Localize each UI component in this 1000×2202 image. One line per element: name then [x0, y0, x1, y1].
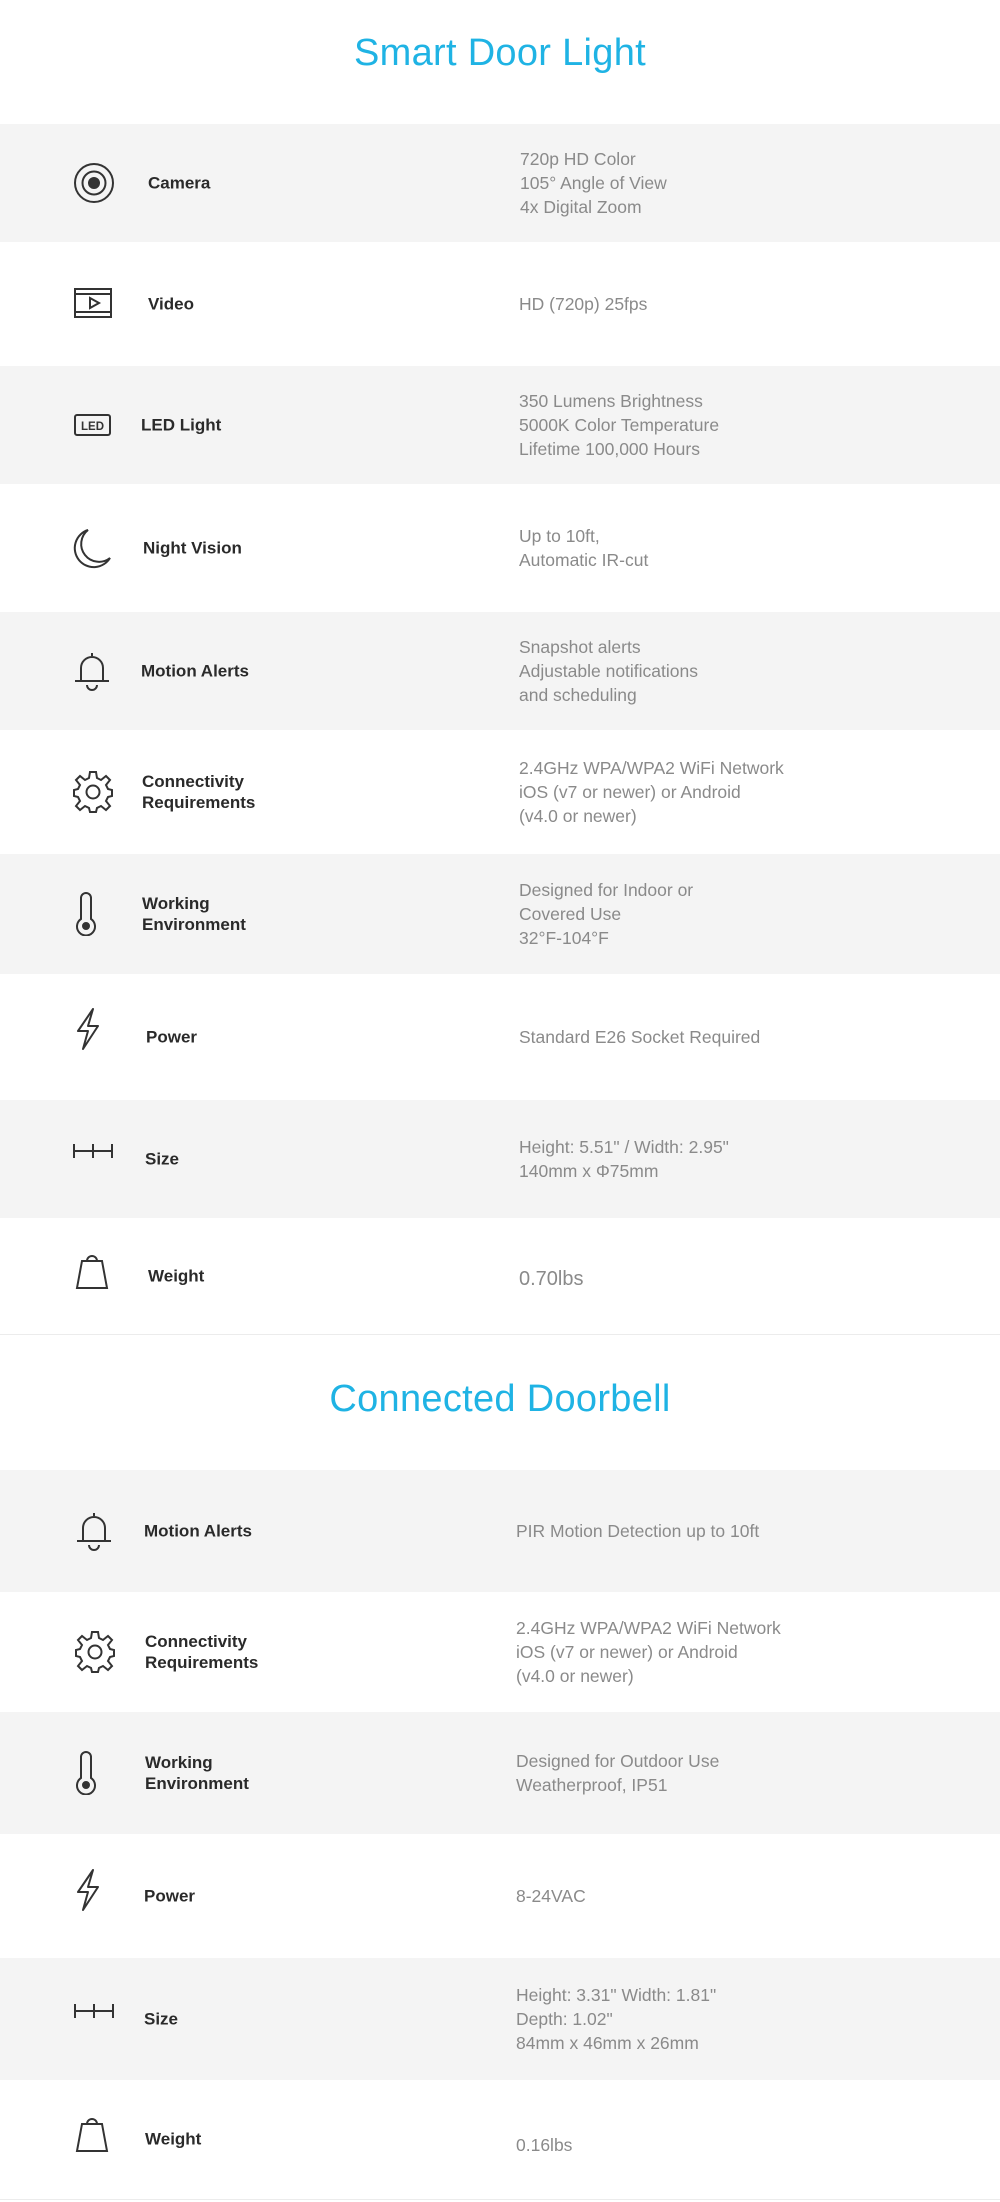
spec-value: HD (720p) 25fps [519, 294, 648, 314]
spec-value: Designed for Outdoor Use Weatherproof, I… [516, 1751, 720, 1795]
bell-icon [70, 649, 114, 693]
spec-label: Size [145, 1149, 180, 1169]
spec-value: 350 Lumens Brightness 5000K Color Temper… [519, 391, 720, 459]
section-title-connected-doorbell: Connected Doorbell [329, 1378, 671, 1420]
spec-row-camera: Camera 720p HD Color 105° Angle of View … [0, 124, 1000, 242]
spec-row-power: Power 8-24VAC [0, 1834, 1000, 1958]
spec-row-motion-alerts: Motion Alerts Snapshot alerts Adjustable… [0, 612, 1000, 730]
thermometer-icon [64, 892, 108, 936]
spec-row-weight: Weight 0.70lbs [0, 1218, 1000, 1334]
led-icon: LED [72, 403, 116, 447]
spec-value: Height: 3.31" Width: 1.81" Depth: 1.02" … [516, 1985, 717, 2053]
divider [0, 1334, 1000, 1335]
gear-icon [71, 770, 115, 814]
moon-icon [72, 526, 116, 570]
spec-value: Up to 10ft, Automatic IR-cut [519, 526, 649, 570]
spec-value: PIR Motion Detection up to 10ft [516, 1521, 760, 1541]
spec-value: Height: 5.51" / Width: 2.95" 140mm x Φ75… [519, 1137, 729, 1181]
svg-text:LED: LED [81, 421, 104, 433]
spec-row-weight: Weight 0.16lbs [0, 2080, 1000, 2198]
spec-label: Weight [148, 1266, 205, 1286]
spec-label: Working Environment [142, 894, 246, 934]
ruler-icon [73, 1989, 117, 2033]
spec-label: Motion Alerts [141, 661, 249, 681]
ruler-icon [72, 1129, 116, 1173]
spec-row-video: Video HD (720p) 25fps [0, 242, 1000, 366]
spec-label: Camera [148, 173, 211, 193]
spec-value: 2.4GHz WPA/WPA2 WiFi Network iOS (v7 or … [516, 1618, 781, 1686]
spec-row-led-light: LED LED Light 350 Lumens Brightness 5000… [0, 366, 1000, 484]
spec-row-power: Power Standard E26 Socket Required [0, 974, 1000, 1100]
spec-row-connectivity: Connectivity Requirements 2.4GHz WPA/WPA… [0, 730, 1000, 854]
spec-label: Power [144, 1886, 196, 1906]
lightning-icon [66, 1007, 110, 1051]
camera-icon [72, 161, 116, 205]
weight-icon [70, 2113, 114, 2157]
spec-row-size: Size Height: 3.31" Width: 1.81" Depth: 1… [0, 1958, 1000, 2080]
gear-icon [73, 1630, 117, 1674]
spec-row-night-vision: Night Vision Up to 10ft, Automatic IR-cu… [0, 484, 1000, 612]
spec-row-working-environment: Working Environment Designed for Indoor … [0, 854, 1000, 974]
spec-label: LED Light [141, 415, 222, 435]
spec-label: Weight [145, 2129, 202, 2149]
spec-value: 2.4GHz WPA/WPA2 WiFi Network iOS (v7 or … [519, 758, 784, 826]
weight-icon [70, 1250, 114, 1294]
spec-label: Connectivity Requirements [145, 1632, 259, 1672]
spec-label: Connectivity Requirements [142, 772, 256, 812]
video-icon [72, 282, 116, 326]
spec-row-motion-alerts: Motion Alerts PIR Motion Detection up to… [0, 1470, 1000, 1592]
spec-value: Standard E26 Socket Required [519, 1027, 761, 1047]
spec-value: Designed for Indoor or Covered Use 32°F-… [519, 880, 694, 948]
spec-row-connectivity: Connectivity Requirements 2.4GHz WPA/WPA… [0, 1592, 1000, 1712]
spec-label: Power [146, 1027, 198, 1047]
spec-value: 0.16lbs [516, 2135, 573, 2155]
spec-value: 0.70lbs [519, 1268, 584, 1290]
spec-label: Night Vision [143, 538, 242, 558]
lightning-icon [66, 1868, 110, 1912]
section-title-smart-door-light: Smart Door Light [353, 32, 647, 74]
spec-label: Size [144, 2009, 179, 2029]
spec-value: Snapshot alerts Adjustable notifications… [519, 637, 698, 705]
spec-label: Working Environment [145, 1753, 249, 1793]
thermometer-icon [64, 1751, 108, 1795]
spec-value: 8-24VAC [516, 1886, 586, 1906]
spec-label: Video [148, 294, 194, 314]
divider [0, 2199, 1000, 2200]
bell-icon [72, 1509, 116, 1553]
spec-row-size: Size Height: 5.51" / Width: 2.95" 140mm … [0, 1100, 1000, 1218]
spec-label: Motion Alerts [144, 1521, 252, 1541]
spec-value: 720p HD Color 105° Angle of View 4x Digi… [520, 149, 667, 217]
spec-row-working-environment: Working Environment Designed for Outdoor… [0, 1712, 1000, 1834]
